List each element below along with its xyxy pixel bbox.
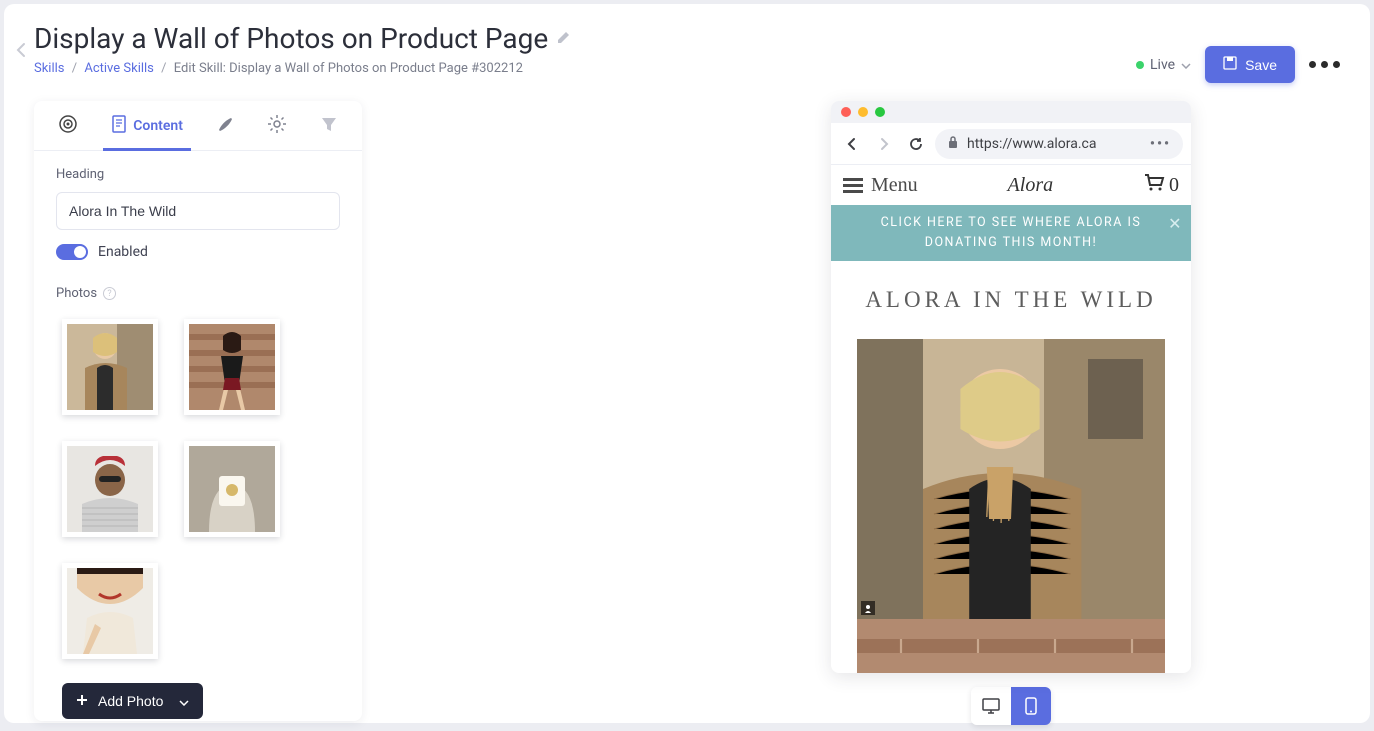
page-title: Display a Wall of Photos on Product Page <box>34 22 548 55</box>
tab-settings[interactable] <box>259 101 295 150</box>
url-more-icon[interactable]: ••• <box>1150 136 1171 152</box>
photo-thumb-4[interactable] <box>184 441 280 537</box>
site-logo: Alora <box>1008 174 1054 197</box>
browser-back-icon[interactable] <box>839 131 865 157</box>
breadcrumb-skills[interactable]: Skills <box>34 61 65 76</box>
close-icon[interactable]: ✕ <box>1168 211 1183 237</box>
plus-icon <box>76 693 88 709</box>
window-min-icon[interactable] <box>858 107 868 117</box>
mobile-view-button[interactable] <box>1011 687 1051 725</box>
funnel-icon <box>320 115 338 137</box>
site-menu-button[interactable]: Menu <box>843 174 918 197</box>
gear-icon <box>267 114 287 138</box>
brush-icon <box>216 115 234 137</box>
preview-photo-1 <box>857 339 1165 619</box>
lock-icon <box>947 135 959 153</box>
url-text: https://www.alora.ca <box>967 136 1097 152</box>
target-icon <box>58 114 78 138</box>
preview-scroll[interactable]: ALORA IN THE WILD <box>831 261 1191 673</box>
photo-thumb-1[interactable] <box>62 319 158 415</box>
back-arrow[interactable] <box>16 42 26 62</box>
document-icon <box>111 115 127 137</box>
desktop-view-button[interactable] <box>971 687 1011 725</box>
breadcrumb-active-skills[interactable]: Active Skills <box>84 61 154 76</box>
tab-target[interactable] <box>50 101 86 150</box>
photo-thumb-5[interactable] <box>62 563 158 659</box>
save-icon <box>1223 56 1237 73</box>
pencil-icon[interactable] <box>556 29 572 49</box>
preview-photo-2 <box>857 619 1165 673</box>
help-icon[interactable]: ? <box>103 287 116 300</box>
status-label: Live <box>1150 57 1175 73</box>
breadcrumb-current: Edit Skill: Display a Wall of Photos on … <box>174 61 523 76</box>
chevron-down-icon <box>1181 57 1191 73</box>
instagram-icon <box>861 601 875 615</box>
config-panel: Content H <box>34 101 362 721</box>
browser-forward-icon[interactable] <box>871 131 897 157</box>
save-button[interactable]: Save <box>1205 46 1295 83</box>
preview-section-title: ALORA IN THE WILD <box>857 287 1165 313</box>
window-controls <box>831 101 1191 123</box>
enabled-toggle[interactable] <box>56 244 88 260</box>
cart-icon <box>1143 173 1165 197</box>
heading-input[interactable] <box>56 192 340 230</box>
status-dot-icon <box>1136 61 1144 69</box>
photo-thumb-2[interactable] <box>184 319 280 415</box>
cart-button[interactable]: 0 <box>1143 173 1179 197</box>
hamburger-icon <box>843 178 863 193</box>
photo-thumb-3[interactable] <box>62 441 158 537</box>
breadcrumb: Skills / Active Skills / Edit Skill: Dis… <box>34 61 572 76</box>
preview-device: https://www.alora.ca ••• Menu Alora 0 <box>831 101 1191 673</box>
browser-reload-icon[interactable] <box>903 131 929 157</box>
enabled-label: Enabled <box>98 244 148 260</box>
donation-banner[interactable]: CLICK HERE TO SEE WHERE ALORA IS DONATIN… <box>831 205 1191 261</box>
chevron-down-icon <box>179 693 189 709</box>
url-bar[interactable]: https://www.alora.ca ••• <box>935 129 1183 159</box>
add-photo-button[interactable]: Add Photo <box>62 683 203 719</box>
window-close-icon[interactable] <box>841 107 851 117</box>
heading-label: Heading <box>56 167 340 182</box>
tab-content[interactable]: Content <box>103 101 191 150</box>
status-dropdown[interactable]: Live <box>1136 57 1191 73</box>
more-menu[interactable] <box>1309 61 1340 68</box>
tab-filter[interactable] <box>312 101 346 150</box>
photos-label: Photos <box>56 286 97 301</box>
window-max-icon[interactable] <box>875 107 885 117</box>
tab-style[interactable] <box>208 101 242 150</box>
